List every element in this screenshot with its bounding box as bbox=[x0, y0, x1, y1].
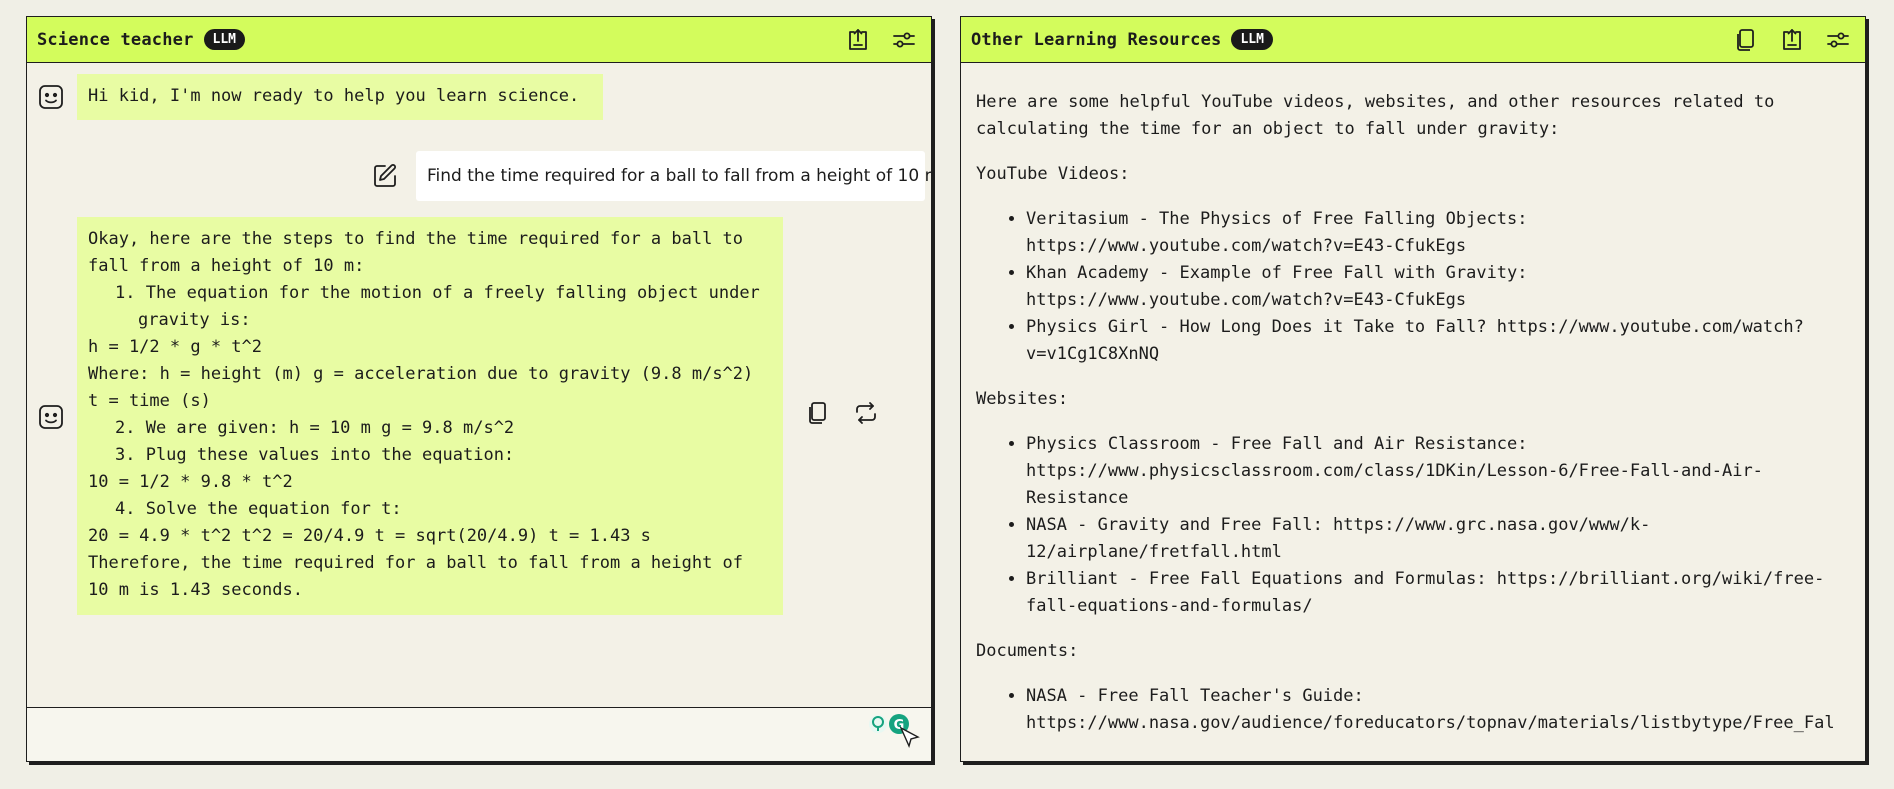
list-item: Physics Classroom - Free Fall and Air Re… bbox=[1026, 431, 1855, 512]
item-link[interactable]: https://www.physicsclassroom.com/class/1… bbox=[1026, 461, 1763, 481]
item-text: Physics Girl - How Long Does it Take to … bbox=[1026, 317, 1804, 337]
bot-message: Hi kid, I'm now ready to help you learn … bbox=[77, 74, 603, 120]
answer-line: h = 1/2 * g * t^2 bbox=[88, 337, 262, 357]
intro-line: Here are some helpful YouTube videos, we… bbox=[976, 92, 1775, 112]
export-icon[interactable] bbox=[845, 27, 871, 53]
item-link[interactable]: v=v1Cg1C8XnNQ bbox=[1026, 344, 1159, 364]
bot-face-icon bbox=[37, 83, 65, 111]
websites-list: Physics Classroom - Free Fall and Air Re… bbox=[976, 431, 1855, 620]
answer-step: 4. Solve the equation for t: bbox=[115, 499, 402, 519]
item-link[interactable]: fall-equations-and-formulas/ bbox=[1026, 596, 1313, 616]
copy-icon[interactable] bbox=[1733, 27, 1759, 53]
item-link[interactable]: https://www.youtube.com/watch?v=E43-Cfuk… bbox=[1026, 236, 1466, 256]
llm-badge: LLM bbox=[203, 29, 246, 50]
item-text: Veritasium - The Physics of Free Falling… bbox=[1026, 209, 1528, 229]
answer-step-cont: gravity is: bbox=[138, 310, 251, 330]
item-link[interactable]: https://www.youtube.com/watch?v=E43-Cfuk… bbox=[1026, 290, 1466, 310]
answer-step: 2. We are given: h = 10 m g = 9.8 m/s^2 bbox=[115, 418, 515, 438]
intro-text: Here are some helpful YouTube videos, we… bbox=[976, 89, 1855, 143]
answer-line: 10 m is 1.43 seconds. bbox=[88, 580, 303, 600]
answer-line: Therefore, the time required for a ball … bbox=[88, 553, 744, 573]
export-icon[interactable] bbox=[1779, 27, 1805, 53]
item-link[interactable]: Resistance bbox=[1026, 488, 1128, 508]
section-heading: Documents: bbox=[976, 641, 1079, 661]
panel-header: Science teacher LLM bbox=[27, 17, 931, 63]
list-item: NASA - Free Fall Teacher's Guide: https:… bbox=[1026, 683, 1855, 737]
answer-line: t = time (s) bbox=[88, 391, 211, 411]
answer-line: Where: h = height (m) g = acceleration d… bbox=[88, 364, 754, 384]
item-link[interactable]: 12/airplane/fretfall.html bbox=[1026, 542, 1282, 562]
item-text: Khan Academy - Example of Free Fall with… bbox=[1026, 263, 1528, 283]
answer-step: 1. The equation for the motion of a free… bbox=[115, 283, 760, 303]
header-actions bbox=[845, 17, 917, 63]
bot-face-icon bbox=[37, 403, 65, 431]
header-actions bbox=[1733, 17, 1851, 63]
llm-badge: LLM bbox=[1231, 29, 1273, 50]
grammarly-icon[interactable]: G bbox=[861, 710, 921, 758]
resources-content: Here are some helpful YouTube videos, we… bbox=[976, 89, 1855, 755]
item-text: NASA - Free Fall Teacher's Guide: bbox=[1026, 686, 1364, 706]
regenerate-icon[interactable] bbox=[853, 400, 879, 426]
list-item: Brilliant - Free Fall Equations and Form… bbox=[1026, 566, 1855, 620]
item-text: Physics Classroom - Free Fall and Air Re… bbox=[1026, 434, 1528, 454]
list-item: Veritasium - The Physics of Free Falling… bbox=[1026, 206, 1855, 260]
list-item: NASA - Gravity and Free Fall: https://ww… bbox=[1026, 512, 1855, 566]
documents-list: NASA - Free Fall Teacher's Guide: https:… bbox=[976, 683, 1855, 737]
chat-input[interactable]: G bbox=[27, 707, 931, 761]
section-heading: Websites: bbox=[976, 389, 1069, 409]
edit-icon[interactable] bbox=[371, 162, 399, 190]
chat-thread: Hi kid, I'm now ready to help you learn … bbox=[27, 64, 931, 724]
list-item: Physics Girl - How Long Does it Take to … bbox=[1026, 314, 1855, 368]
answer-line: 20 = 4.9 * t^2 t^2 = 20/4.9 t = sqrt(20/… bbox=[88, 526, 651, 546]
intro-line: calculating the time for an object to fa… bbox=[976, 119, 1560, 139]
settings-sliders-icon[interactable] bbox=[1825, 27, 1851, 53]
answer-step: 3. Plug these values into the equation: bbox=[115, 445, 515, 465]
copy-icon[interactable] bbox=[805, 400, 831, 426]
panel-title: Science teacher bbox=[37, 29, 194, 50]
panel-header: Other Learning Resources LLM bbox=[961, 17, 1865, 63]
learning-resources-panel: Other Learning Resources LLM Here are so… bbox=[960, 16, 1866, 762]
user-message: Find the time required for a ball to fal… bbox=[416, 151, 931, 201]
youtube-list: Veritasium - The Physics of Free Falling… bbox=[976, 206, 1855, 368]
answer-line: fall from a height of 10 m: bbox=[88, 256, 365, 276]
answer-line: 10 = 1/2 * 9.8 * t^2 bbox=[88, 472, 293, 492]
item-text: NASA - Gravity and Free Fall: https://ww… bbox=[1026, 515, 1651, 535]
list-item: Khan Academy - Example of Free Fall with… bbox=[1026, 260, 1855, 314]
item-text: Brilliant - Free Fall Equations and Form… bbox=[1026, 569, 1825, 589]
message-actions bbox=[805, 400, 879, 426]
section-heading: YouTube Videos: bbox=[976, 164, 1130, 184]
science-teacher-panel: Science teacher LLM Hi kid, I'm now read… bbox=[26, 16, 932, 762]
item-link[interactable]: https://www.nasa.gov/audience/foreducato… bbox=[1026, 713, 1835, 733]
panel-title: Other Learning Resources bbox=[971, 29, 1222, 50]
settings-sliders-icon[interactable] bbox=[891, 27, 917, 53]
bot-message: Okay, here are the steps to find the tim… bbox=[77, 217, 783, 615]
answer-line: Okay, here are the steps to find the tim… bbox=[88, 229, 744, 249]
